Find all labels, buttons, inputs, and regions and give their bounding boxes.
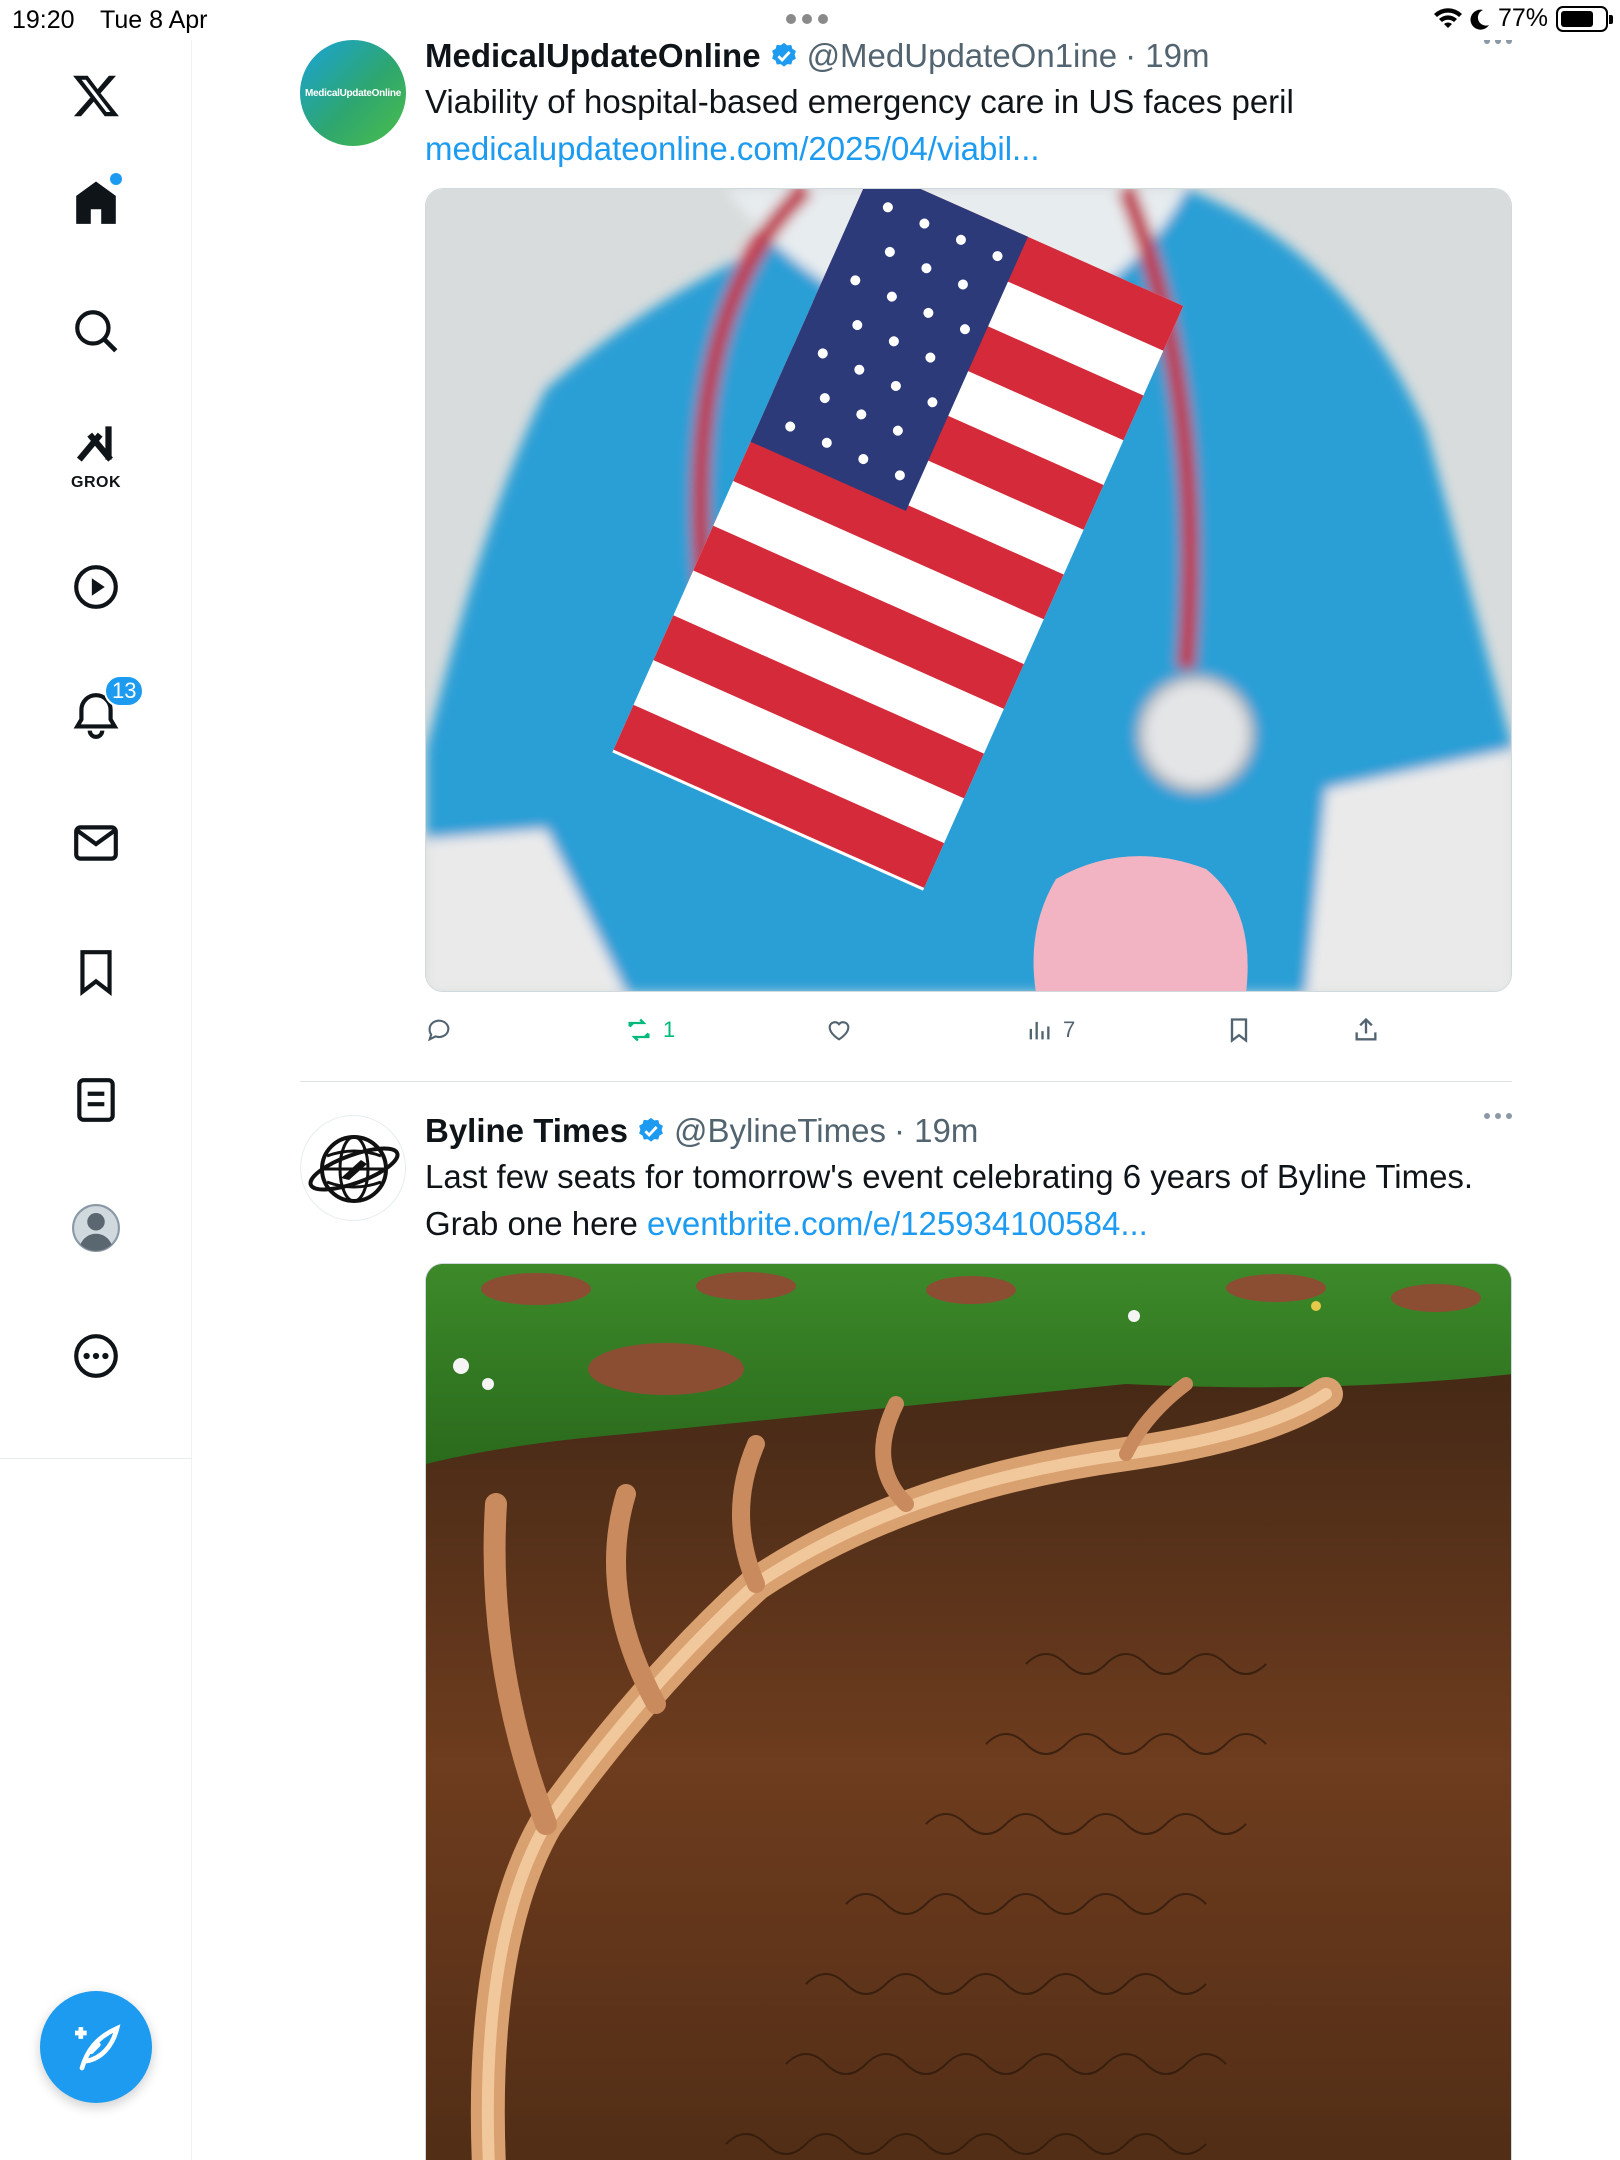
sidebar-item-search[interactable] (46, 281, 146, 381)
timeline-feed[interactable]: MedicalUpdateOnline MedicalUpdateOnline … (192, 40, 1620, 2160)
profile-avatar-icon (72, 1204, 120, 1252)
tree-roots-painting-image (426, 1264, 1511, 2160)
sidebar-item-bookmarks[interactable] (46, 922, 146, 1022)
sidebar-item-profile[interactable] (46, 1178, 146, 1278)
battery-percent: 77% (1497, 4, 1548, 32)
tweet-text: Viability of hospital-based emergency ca… (425, 78, 1512, 172)
list-icon (77, 1078, 115, 1122)
grok-label: GROK (71, 474, 121, 491)
tweet-header: MedicalUpdateOnline @MedUpdateOn1ine · 1… (425, 40, 1512, 76)
sidebar-item-video[interactable] (46, 537, 146, 637)
tweet-time[interactable]: · 19m (894, 1111, 978, 1151)
status-time: 19:20 (12, 6, 75, 34)
search-icon (75, 310, 118, 353)
moon-icon (1470, 9, 1489, 30)
grok-icon (76, 426, 113, 462)
avatar[interactable]: MedicalUpdateOnline (300, 40, 406, 146)
views-chart-icon (1029, 1021, 1050, 1040)
compose-feather-icon (75, 2024, 121, 2071)
sidebar-item-home[interactable] (46, 153, 146, 253)
repost-icon (628, 1018, 650, 1042)
views-count: 7 (1063, 1017, 1076, 1042)
sidebar-nav: GROK 13 (0, 40, 192, 2160)
bookmark-button[interactable] (1225, 1016, 1253, 1044)
like-button[interactable] (825, 1016, 853, 1044)
status-bar: 19:20 Tue 8 Apr 77% (0, 0, 1620, 40)
share-button[interactable] (1352, 1016, 1380, 1044)
tweet-more-icon[interactable] (1484, 40, 1512, 44)
share-icon (1355, 1017, 1377, 1041)
multitasking-dots-icon[interactable] (786, 14, 828, 24)
tweet-text-content: Viability of hospital-based emergency ca… (425, 83, 1294, 120)
sidebar-item-lists[interactable] (46, 1050, 146, 1150)
battery-icon (1556, 5, 1613, 32)
tweet-more-icon[interactable] (1484, 1113, 1512, 1119)
tweet-header: Byline Times @BylineTimes · 19m (425, 1111, 1512, 1151)
sidebar-divider (0, 1458, 192, 1459)
verified-badge-icon (771, 42, 796, 67)
tweet-image-tree-roots-painting[interactable] (425, 1263, 1512, 2160)
x-logo-icon[interactable] (46, 46, 146, 146)
play-icon (74, 565, 118, 609)
author-name[interactable]: MedicalUpdateOnline (425, 40, 761, 76)
heart-icon (828, 1021, 850, 1041)
tweet-link[interactable]: eventbrite.com/e/125934100584... (647, 1205, 1148, 1242)
tweet-link[interactable]: medicalupdateonline.com/2025/04/viabil..… (425, 125, 1512, 172)
more-circle-icon (74, 1334, 118, 1378)
sidebar-item-notifications[interactable]: 13 (46, 665, 146, 765)
wifi-icon (1433, 7, 1462, 28)
envelope-icon (74, 825, 118, 861)
home-icon (76, 181, 116, 224)
sidebar-item-messages[interactable] (46, 793, 146, 893)
author-handle[interactable]: @BylineTimes (674, 1111, 886, 1151)
bookmark-icon (1230, 1018, 1248, 1043)
tweet-divider (300, 1081, 1512, 1082)
author-handle[interactable]: @MedUpdateOn1ine (807, 40, 1118, 76)
author-name[interactable]: Byline Times (425, 1111, 628, 1151)
notifications-badge: 13 (104, 675, 145, 707)
bookmark-icon (80, 950, 112, 997)
reply-button[interactable] (425, 1016, 453, 1044)
views-button[interactable]: 7 (1025, 1016, 1075, 1044)
repost-button[interactable]: 1 (625, 1016, 675, 1044)
tweet-image-flag-doctor[interactable] (425, 188, 1512, 992)
flag-doctor-image (426, 189, 1511, 991)
avatar[interactable] (300, 1115, 406, 1221)
tweet-actions: 1 7 (425, 1006, 1512, 1056)
tweet-time[interactable]: · 19m (1125, 40, 1209, 76)
tweet-text: Last few seats for tomorrow's event cele… (425, 1153, 1512, 1247)
sidebar-item-more[interactable] (46, 1306, 146, 1406)
globe-logo-icon (308, 1135, 400, 1203)
status-date: Tue 8 Apr (100, 6, 208, 34)
new-posts-dot (110, 173, 122, 185)
avatar-logo-text: MedicalUpdateOnline (305, 87, 401, 99)
compose-post-button[interactable] (40, 1991, 152, 2103)
sidebar-item-grok[interactable]: GROK (46, 404, 146, 504)
verified-badge-icon (639, 1117, 663, 1142)
reply-icon (427, 1019, 450, 1042)
repost-count: 1 (663, 1017, 676, 1042)
